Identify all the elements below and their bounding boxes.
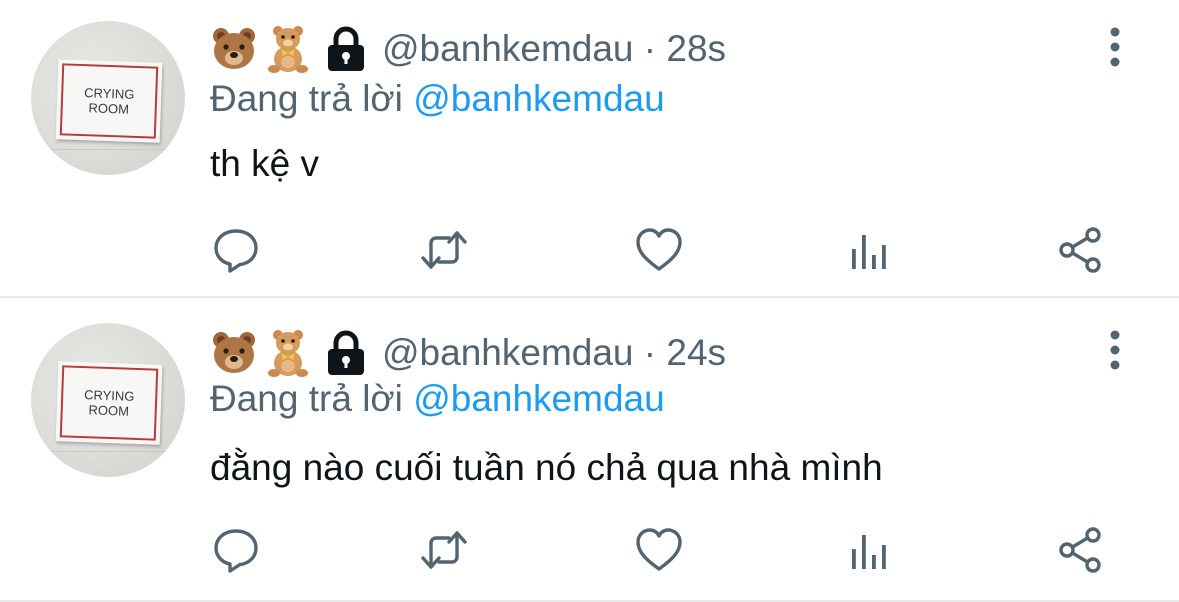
reply-icon[interactable] bbox=[211, 225, 261, 275]
avatar-sign-line: ROOM bbox=[88, 402, 130, 419]
tweet-text: th kệ v bbox=[210, 143, 319, 184]
avatar-sign-line: CRYING bbox=[83, 85, 135, 102]
share-icon[interactable] bbox=[1056, 525, 1106, 575]
tweet[interactable]: CRYING ROOM bbox=[0, 298, 1179, 600]
avatar-sign-line: CRYING bbox=[83, 387, 135, 404]
more-options-icon[interactable] bbox=[1100, 25, 1130, 69]
tweet-handle-time[interactable]: @banhkemdau · 24s bbox=[382, 332, 726, 374]
teddy-bear-icon bbox=[264, 329, 312, 377]
replying-to: Đang trả lời @banhkemdau bbox=[210, 78, 665, 120]
more-options-icon[interactable] bbox=[1100, 328, 1130, 372]
reply-icon[interactable] bbox=[211, 525, 261, 575]
bear-face-icon bbox=[210, 25, 258, 73]
avatar[interactable]: CRYING ROOM bbox=[31, 323, 185, 477]
tweet-text: đằng nào cuối tuần nó chả qua nhà mình bbox=[210, 447, 883, 488]
stats-icon[interactable] bbox=[846, 225, 896, 275]
replying-to-label: Đang trả lời bbox=[210, 78, 414, 119]
like-icon[interactable] bbox=[634, 525, 684, 575]
avatar-sign-line: ROOM bbox=[88, 100, 130, 117]
reply-mention-link[interactable]: @banhkemdau bbox=[413, 78, 665, 119]
tweet-actions bbox=[0, 225, 1179, 275]
reply-mention-link[interactable]: @banhkemdau bbox=[413, 378, 665, 419]
retweet-icon[interactable] bbox=[419, 525, 469, 575]
avatar-sign: CRYING ROOM bbox=[55, 59, 163, 143]
tweet-header: @banhkemdau · 28s bbox=[210, 24, 726, 74]
like-icon[interactable] bbox=[634, 225, 684, 275]
teddy-bear-icon bbox=[264, 25, 312, 73]
tweet-actions bbox=[0, 525, 1179, 575]
replying-to: Đang trả lời @banhkemdau bbox=[210, 378, 665, 420]
replying-to-label: Đang trả lời bbox=[210, 378, 414, 419]
avatar-sign: CRYING ROOM bbox=[55, 361, 163, 445]
bear-face-icon bbox=[210, 329, 258, 377]
lock-icon bbox=[324, 26, 368, 72]
tweet[interactable]: CRYING ROOM bbox=[0, 0, 1179, 296]
avatar[interactable]: CRYING ROOM bbox=[31, 21, 185, 175]
tweet-header: @banhkemdau · 24s bbox=[210, 328, 726, 378]
tweet-handle-time[interactable]: @banhkemdau · 28s bbox=[382, 28, 726, 70]
stats-icon[interactable] bbox=[846, 525, 896, 575]
share-icon[interactable] bbox=[1056, 225, 1106, 275]
lock-icon bbox=[324, 330, 368, 376]
retweet-icon[interactable] bbox=[419, 225, 469, 275]
